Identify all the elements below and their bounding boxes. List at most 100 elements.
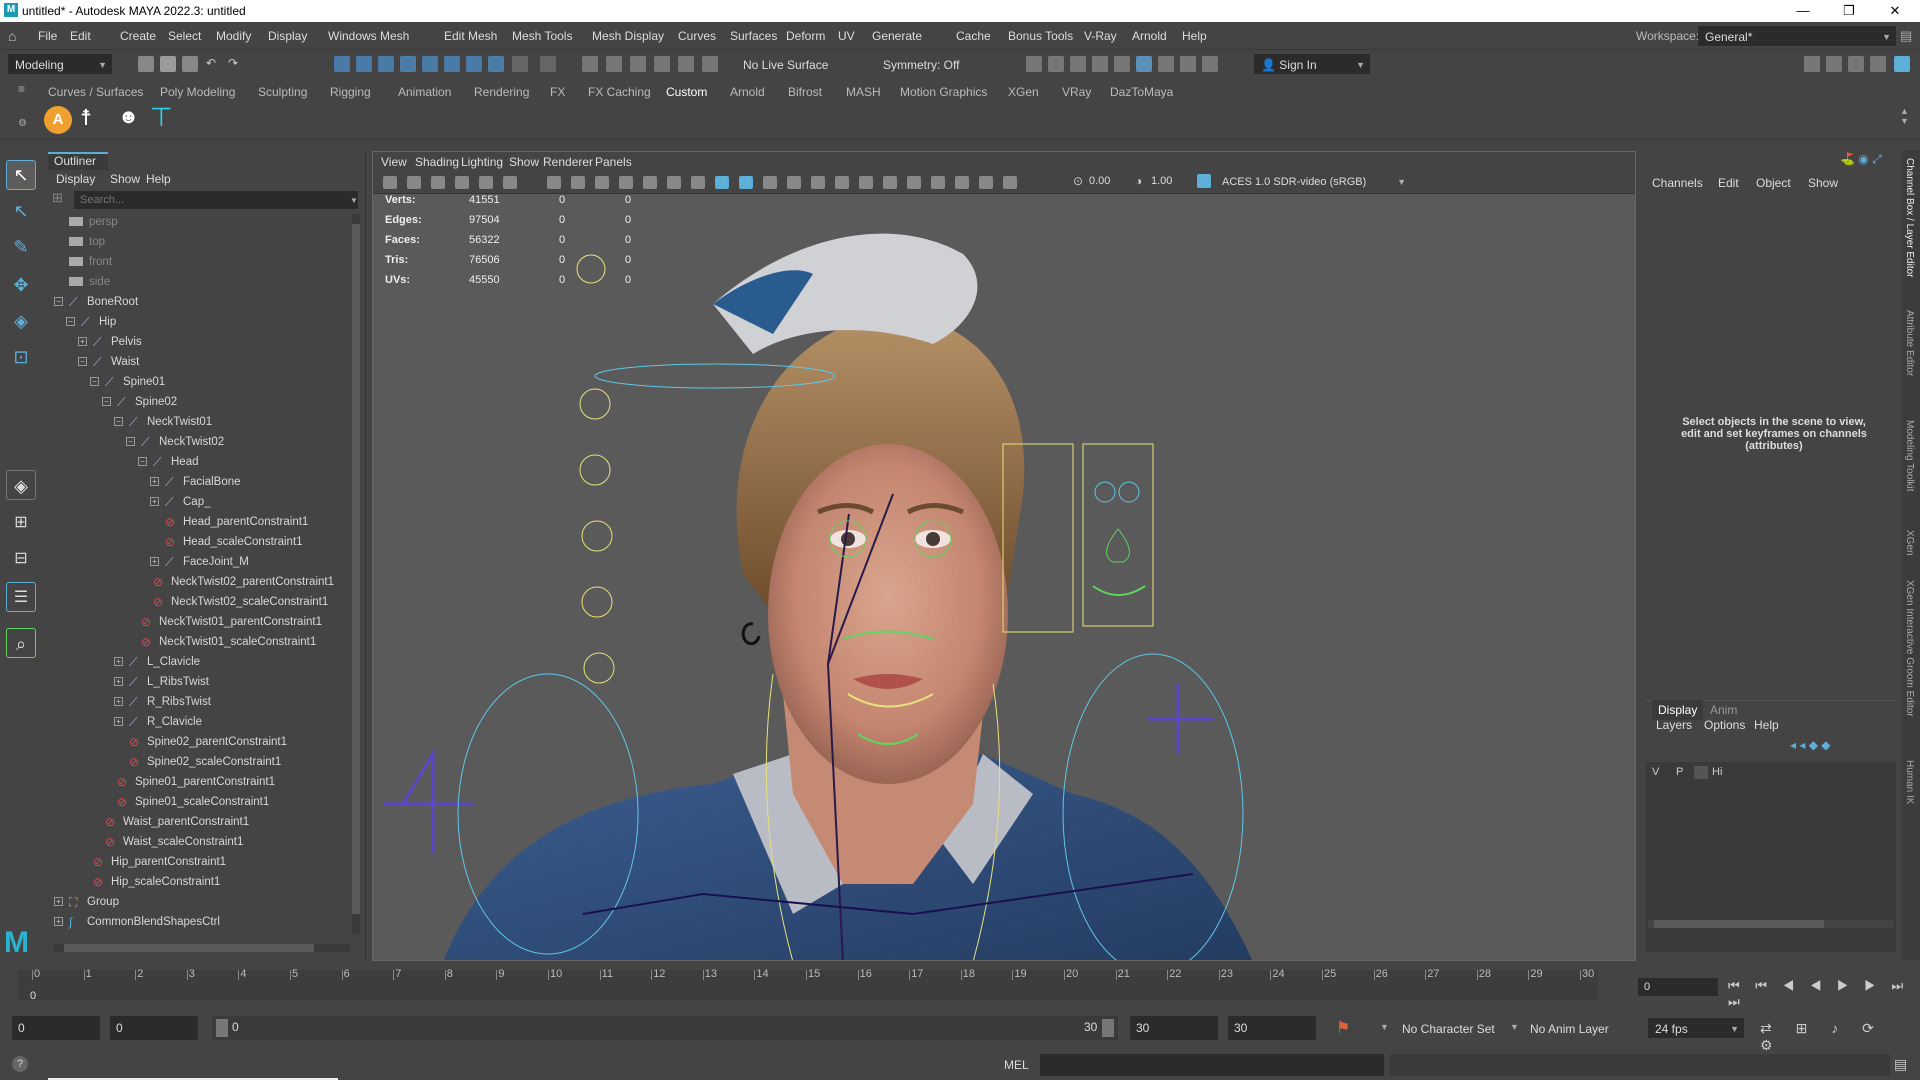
rig-panel-eye[interactable]: [1118, 481, 1140, 503]
auto-key-icon[interactable]: ⚑: [1336, 1018, 1350, 1038]
rotate-tool-icon[interactable]: ◈: [6, 306, 36, 336]
viewport-panel[interactable]: View Shading Lighting Show Renderer Panels ⊙ …: [372, 151, 1636, 961]
outliner-item[interactable]: ⊘ NeckTwist01_parentConstraint1: [126, 612, 322, 632]
vray-render-icon[interactable]: [1158, 56, 1174, 72]
persp-outliner-layout-icon[interactable]: ⊟: [6, 544, 36, 574]
menu-deform[interactable]: Deform: [786, 29, 825, 43]
snap-point-icon[interactable]: [444, 56, 460, 72]
collapse-icon[interactable]: −: [66, 317, 75, 327]
shadows-icon[interactable]: [811, 176, 825, 189]
snap-surface-icon[interactable]: [488, 56, 504, 72]
expand-icon[interactable]: +: [114, 717, 123, 727]
snap-edge-icon[interactable]: [654, 56, 670, 72]
lock-icon[interactable]: [512, 56, 528, 72]
outliner-item[interactable]: + ⟋ Pelvis: [78, 332, 142, 352]
outliner-item[interactable]: ⊘ Hip_parentConstraint1: [78, 852, 226, 872]
script-language-label[interactable]: MEL: [1004, 1058, 1029, 1072]
channel-box-menu-edit[interactable]: Edit: [1718, 176, 1739, 190]
snap-grid-icon[interactable]: [400, 56, 416, 72]
grease-pencil-icon[interactable]: [479, 176, 493, 189]
color-management-icon[interactable]: [1197, 174, 1211, 188]
playback-controls[interactable]: ⏮ ⏮ ◀ ◀ ▶ ▶ ⏭ ⏭: [1728, 978, 1920, 1010]
time-slider[interactable]: 0 1 2 3 4 5 6 7 8 9 10 11 12 13 14 15 16 17 18 19 20 21 22 23 24…: [0, 964, 1920, 1009]
shelf-tab-animation[interactable]: Animation: [398, 85, 451, 99]
rig-ctrl-cross-right[interactable]: [1148, 684, 1213, 754]
rig-panel-nose[interactable]: [1106, 528, 1130, 563]
outliner-item[interactable]: ⊘ NeckTwist01_scaleConstraint1: [126, 632, 316, 652]
paint-select-tool-icon[interactable]: ✎: [6, 232, 36, 262]
collapse-icon[interactable]: −: [126, 437, 135, 447]
outliner-item[interactable]: + ⟋ R_Clavicle: [114, 712, 202, 732]
snap-together-icon[interactable]: [582, 56, 598, 72]
history-icon[interactable]: [540, 56, 556, 72]
channel-box-icons[interactable]: ⛳ ◉ ⤢: [1840, 152, 1882, 167]
layer-menu-help[interactable]: Help: [1754, 718, 1779, 732]
pause-render-icon[interactable]: [1202, 56, 1218, 72]
script-editor-icon[interactable]: ▤: [1894, 1056, 1907, 1073]
rig-face-panel[interactable]: [1082, 443, 1154, 627]
outliner-item[interactable]: side: [54, 272, 110, 292]
layer-name[interactable]: Hi: [1712, 766, 1722, 778]
outliner-item[interactable]: ⊘ Waist_parentConstraint1: [90, 812, 249, 832]
side-tab-attribute-editor[interactable]: Attribute Editor: [1904, 310, 1915, 376]
outliner-item[interactable]: ⊘ Spine01_scaleConstraint1: [102, 792, 269, 812]
expand-icon[interactable]: +: [150, 557, 159, 567]
new-scene-icon[interactable]: [138, 56, 154, 72]
select-hierarchy-icon[interactable]: [334, 56, 350, 72]
toggle-channel-box-icon[interactable]: [1870, 56, 1886, 72]
layer-playback[interactable]: P: [1676, 766, 1683, 778]
outliner-item[interactable]: + ⟋ FacialBone: [150, 472, 241, 492]
undo-icon[interactable]: ↶: [206, 56, 222, 72]
menu-display[interactable]: Display: [268, 29, 307, 43]
viewport-menu-shading[interactable]: Shading: [415, 155, 459, 169]
lighting-icon[interactable]: [787, 176, 801, 189]
backface-icon[interactable]: [1003, 176, 1017, 189]
select-component-icon[interactable]: [378, 56, 394, 72]
safe-action-icon[interactable]: [667, 176, 681, 189]
outliner-menu-show[interactable]: Show: [110, 172, 140, 186]
outliner-item[interactable]: + ⟋ L_RibsTwist: [114, 672, 209, 692]
snap-pivot-icon[interactable]: [702, 56, 718, 72]
menu-file[interactable]: File: [38, 29, 57, 43]
expand-icon[interactable]: +: [114, 657, 123, 667]
outliner-item[interactable]: + ⟋ R_RibsTwist: [114, 692, 211, 712]
menu-windows[interactable]: Windows: [328, 29, 377, 43]
isolate-select-icon[interactable]: [931, 176, 945, 189]
side-tab-channel-box-layer-editor[interactable]: Channel Box / Layer Editor: [1904, 158, 1915, 278]
menu-curves[interactable]: Curves: [678, 29, 716, 43]
default-material-icon[interactable]: [739, 176, 753, 189]
anim-end-field[interactable]: 30: [1228, 1016, 1316, 1040]
shelf-settings-icon[interactable]: ⚙: [18, 118, 27, 129]
outliner-layout-icon[interactable]: ☰: [6, 582, 36, 612]
command-input[interactable]: [1040, 1054, 1384, 1076]
render-view-icon[interactable]: [1026, 56, 1042, 72]
bookmark-icon[interactable]: [431, 176, 445, 189]
layer-hscrollbar[interactable]: [1648, 920, 1894, 928]
outliner-item[interactable]: + ⟋ L_Clavicle: [114, 652, 200, 672]
color-space-dropdown[interactable]: ACES 1.0 SDR-video (sRGB) ▼: [1215, 173, 1411, 191]
outliner-item[interactable]: − ⟋ Spine01: [90, 372, 165, 392]
snap-face-icon[interactable]: [678, 56, 694, 72]
help-icon[interactable]: ?: [12, 1056, 28, 1072]
side-tab-modeling-toolkit[interactable]: Modeling Toolkit: [1904, 420, 1915, 492]
home-icon[interactable]: ⌂: [8, 28, 16, 44]
outliner-item[interactable]: ⊘ Spine02_parentConstraint1: [114, 732, 287, 752]
shelf-skull-icon[interactable]: ☻: [118, 106, 139, 129]
expand-icon[interactable]: +: [150, 477, 159, 487]
outliner-item[interactable]: ⊘ Spine02_scaleConstraint1: [114, 752, 281, 772]
toggle-tool-settings-icon[interactable]: [1848, 56, 1864, 72]
outliner-item[interactable]: − ⟋ Spine02: [102, 392, 177, 412]
field-chart-icon[interactable]: [643, 176, 657, 189]
expand-icon[interactable]: +: [114, 677, 123, 687]
save-scene-icon[interactable]: [182, 56, 198, 72]
antialias-icon[interactable]: [883, 176, 897, 189]
anim-layer-label[interactable]: No Anim Layer: [1530, 1022, 1609, 1036]
expand-icon[interactable]: +: [54, 917, 63, 927]
maximize-button[interactable]: ❐: [1826, 0, 1872, 22]
anim-start-field[interactable]: 0: [110, 1016, 198, 1040]
collapse-icon[interactable]: −: [102, 397, 111, 407]
film-gate-icon[interactable]: [571, 176, 585, 189]
workspace-dropdown[interactable]: General* ▼: [1698, 26, 1896, 46]
motion-blur-icon[interactable]: [859, 176, 873, 189]
viewport-menu-show[interactable]: Show: [509, 155, 539, 169]
